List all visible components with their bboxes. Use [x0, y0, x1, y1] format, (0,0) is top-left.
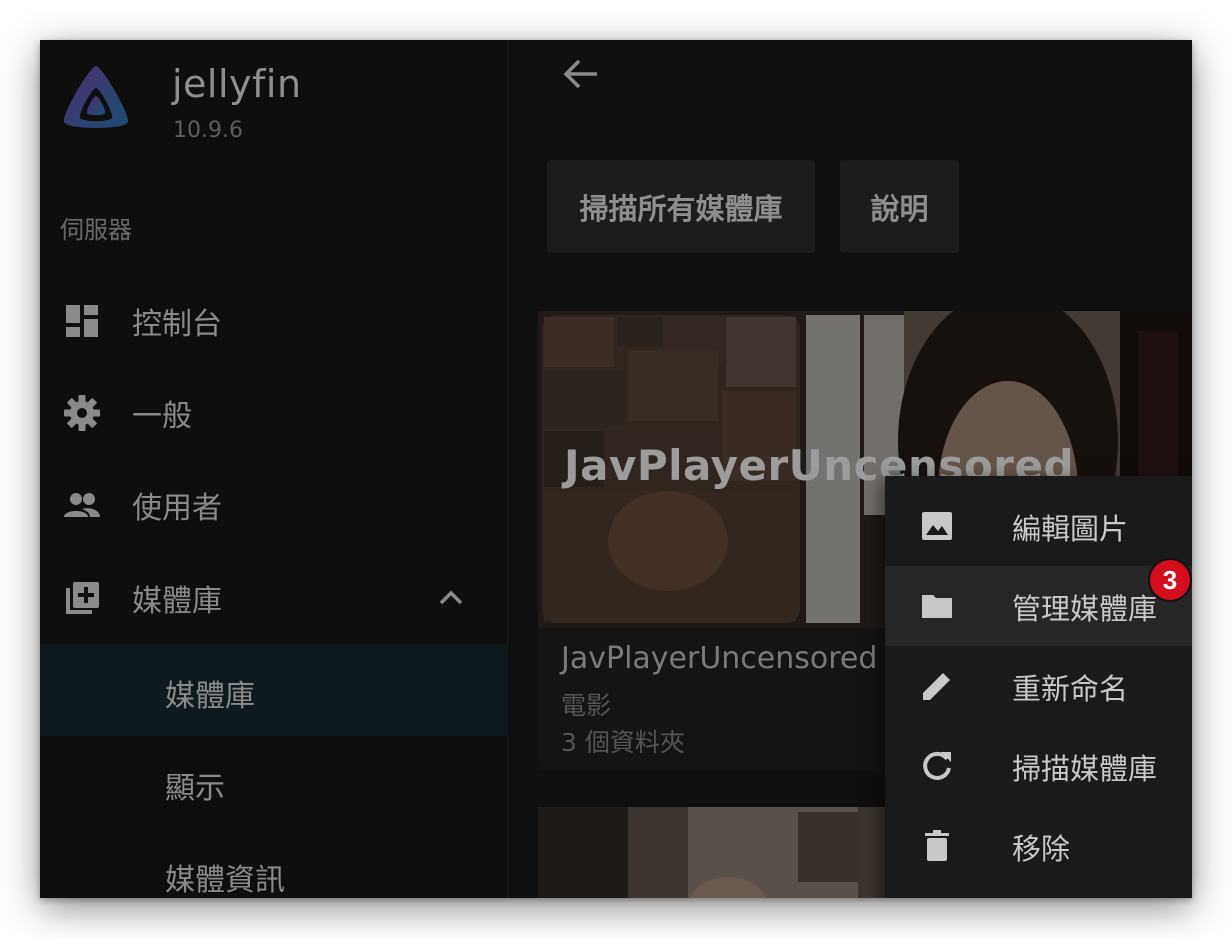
sidebar-item-users[interactable]: 使用者	[40, 459, 508, 551]
gear-icon	[64, 395, 100, 431]
step-badge: 3	[1150, 560, 1190, 600]
pencil-icon	[923, 673, 950, 700]
jellyfin-logo-icon[interactable]	[56, 62, 136, 142]
sidebar-section-title: 伺服器	[60, 216, 132, 244]
menu-item-label: 管理媒體庫	[1012, 592, 1158, 626]
menu-item-label: 移除	[1012, 832, 1071, 866]
dashboard-icon	[66, 305, 98, 337]
sidebar-item-general[interactable]: 一般	[40, 367, 508, 459]
sidebar-subitem-libraries[interactable]: 媒體庫	[40, 644, 508, 736]
app-name: jellyfin	[172, 62, 302, 106]
menu-item-label: 掃描媒體庫	[1012, 752, 1158, 786]
sidebar-item-label: 一般	[132, 399, 192, 434]
people-icon	[64, 493, 100, 517]
sidebar-item-label: 媒體庫	[132, 584, 222, 619]
sidebar-subitem-display[interactable]: 顯示	[40, 736, 508, 828]
trash-icon	[925, 830, 949, 861]
sidebar-item-libraries[interactable]: 媒體庫	[40, 552, 508, 644]
help-button[interactable]: 說明	[840, 160, 959, 253]
menu-item-manage-library[interactable]: 管理媒體庫	[885, 566, 1192, 646]
folder-icon	[922, 595, 952, 618]
sidebar-subitem-label: 顯示	[165, 771, 225, 806]
menu-item-label: 重新命名	[1012, 672, 1129, 706]
app-window: jellyfin 10.9.6 伺服器 控制台 一般 使用者 媒體庫 媒體庫 顯…	[40, 40, 1192, 898]
menu-item-edit-images[interactable]: 編輯圖片	[885, 486, 1192, 566]
library-card-folders: 3 個資料夾	[561, 728, 685, 757]
image-icon	[922, 512, 952, 540]
sidebar-subitem-label: 媒體庫	[165, 679, 255, 714]
scan-all-libraries-button[interactable]: 掃描所有媒體庫	[547, 160, 815, 253]
menu-item-rename[interactable]: 重新命名	[885, 646, 1192, 726]
sidebar-subitem-metadata[interactable]: 媒體資訊	[40, 828, 508, 898]
sidebar: jellyfin 10.9.6 伺服器 控制台 一般 使用者 媒體庫 媒體庫 顯…	[40, 40, 508, 898]
menu-item-label: 編輯圖片	[1012, 512, 1129, 546]
menu-item-remove[interactable]: 移除	[885, 806, 1192, 886]
back-arrow-icon[interactable]	[557, 54, 603, 94]
sidebar-subitem-label: 媒體資訊	[165, 863, 285, 898]
library-card-type: 電影	[561, 691, 612, 720]
library-card-name: JavPlayerUncensored	[561, 641, 878, 676]
app-version: 10.9.6	[173, 118, 243, 143]
sidebar-item-dashboard[interactable]: 控制台	[40, 275, 508, 367]
sidebar-item-label: 控制台	[132, 307, 222, 342]
sidebar-item-label: 使用者	[132, 491, 222, 526]
menu-item-scan-library[interactable]: 掃描媒體庫	[885, 726, 1192, 806]
refresh-icon	[923, 751, 951, 780]
library-add-icon	[66, 582, 99, 614]
context-menu: 編輯圖片 管理媒體庫 重新命名 掃描媒體庫 移除	[885, 476, 1192, 898]
chevron-up-icon[interactable]	[436, 586, 466, 610]
